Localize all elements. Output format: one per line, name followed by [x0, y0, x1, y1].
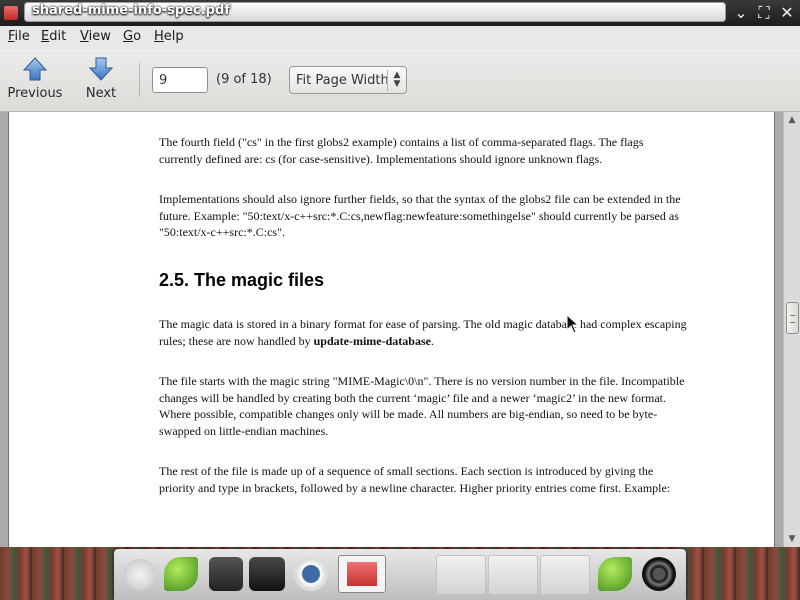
media-player-icon[interactable]	[294, 557, 328, 591]
mouse-pointer-icon	[566, 314, 580, 334]
clock-icon[interactable]	[124, 559, 156, 591]
arrow-up-icon	[22, 57, 48, 81]
next-button[interactable]: Next	[69, 53, 133, 107]
maximize-icon[interactable]: ⛶	[754, 3, 774, 23]
previous-button[interactable]: Previous	[3, 53, 67, 107]
zoom-value: Fit Page Width	[296, 73, 389, 88]
chevron-down-icon[interactable]: ⌄	[731, 3, 751, 23]
paragraph: The magic data is stored in a binary for…	[159, 317, 687, 348]
scroll-down-arrow-icon[interactable]: ▼	[786, 533, 798, 545]
empty-slot[interactable]	[436, 555, 486, 595]
scroll-up-arrow-icon[interactable]: ▲	[786, 114, 798, 126]
page-count: (9 of 18)	[216, 72, 272, 87]
section-heading: 2.5. The magic files	[159, 270, 325, 290]
close-icon[interactable]: ✕	[777, 3, 797, 23]
toolbar-separator	[139, 63, 140, 97]
empty-slot[interactable]	[488, 555, 538, 595]
pdf-thumbnail	[347, 562, 377, 586]
scrollbar-thumb[interactable]	[786, 302, 799, 334]
menu-go[interactable]: Go	[123, 29, 141, 44]
paragraph: The rest of the file is made up of a seq…	[159, 464, 671, 495]
document-page: The fourth field ("cs" in the first glob…	[9, 112, 774, 547]
window-titlebar[interactable]: shared-mime-info-spec.pdf ⌄ ⛶ ✕	[0, 0, 800, 26]
page-number-input[interactable]	[152, 67, 208, 93]
terminal-icon[interactable]	[249, 557, 285, 591]
previous-label: Previous	[7, 86, 63, 101]
zoom-select[interactable]: Fit Page Width ▲ ▼	[289, 66, 407, 94]
menu-view[interactable]: View	[80, 29, 111, 44]
grip-icon	[790, 315, 795, 323]
title-pill[interactable]: shared-mime-info-spec.pdf	[24, 2, 726, 22]
menu-edit[interactable]: Edit	[41, 29, 66, 44]
pdf-app-icon	[4, 6, 18, 20]
dock	[114, 549, 686, 600]
leaf-app-icon[interactable]	[164, 557, 198, 591]
printer-icon[interactable]	[209, 557, 243, 591]
paragraph: The file starts with the magic string "M…	[159, 374, 685, 438]
vertical-scrollbar[interactable]: ▲ ▼	[783, 112, 800, 547]
window-title: shared-mime-info-spec.pdf	[32, 3, 230, 18]
menubar: File Edit View Go Help	[0, 26, 800, 49]
empty-slot[interactable]	[540, 555, 590, 595]
pdf-viewer-icon[interactable]	[338, 555, 386, 593]
paragraph: The fourth field ("cs" in the first glob…	[159, 135, 644, 166]
taskbar	[0, 547, 800, 600]
arrow-down-icon	[88, 57, 114, 81]
menu-help[interactable]: Help	[154, 29, 184, 44]
menu-file[interactable]: File	[8, 29, 30, 44]
command-name: update-mime-database	[313, 333, 431, 348]
next-label: Next	[85, 86, 117, 101]
document-viewport[interactable]: The fourth field ("cs" in the first glob…	[0, 112, 800, 547]
paragraph: Implementations should also ignore furth…	[159, 192, 681, 239]
updown-arrows-icon: ▲ ▼	[387, 70, 406, 91]
power-icon[interactable]	[642, 557, 676, 591]
leaf-app-icon[interactable]	[598, 557, 632, 591]
